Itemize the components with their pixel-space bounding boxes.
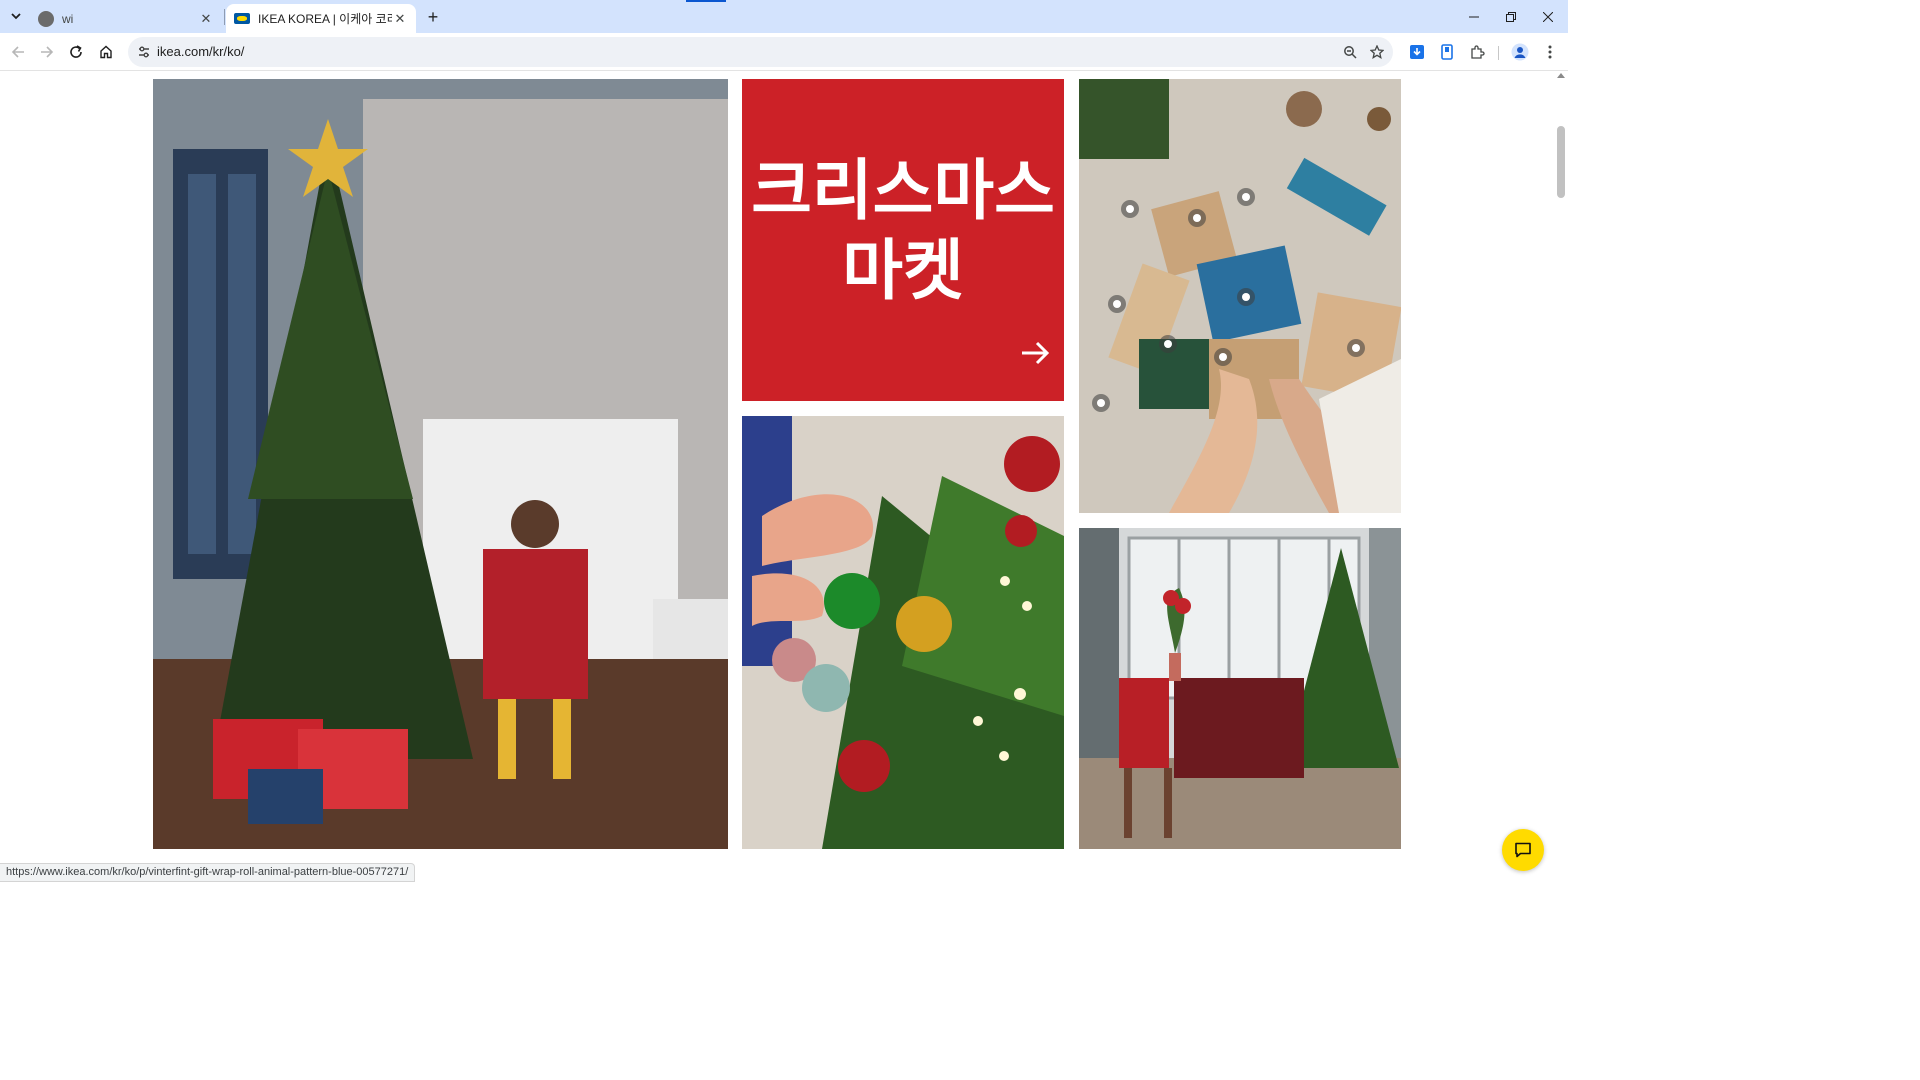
christmas-tree-living-room-image[interactable] [153, 79, 728, 849]
person-favicon-icon [38, 10, 54, 27]
home-button[interactable] [94, 40, 118, 64]
tab-active[interactable]: IKEA KOREA | 이케아 코리아 - ✕ [226, 4, 416, 33]
product-hotspot[interactable] [1214, 348, 1232, 366]
scroll-up-arrow[interactable] [1557, 73, 1565, 78]
product-hotspot[interactable] [1188, 209, 1206, 227]
product-hotspot[interactable] [1108, 295, 1126, 313]
product-hotspot[interactable] [1092, 394, 1110, 412]
promo-title-line2: 마켓 [842, 232, 964, 309]
reading-list-icon[interactable] [1438, 43, 1456, 61]
product-hotspot[interactable] [1121, 200, 1139, 218]
tab-divider [224, 9, 225, 25]
arrow-right-icon [41, 46, 54, 58]
profile-avatar-icon[interactable] [1511, 43, 1529, 61]
promo-title: 크리스마스 마켓 [742, 151, 1064, 311]
extensions-puzzle-icon[interactable] [1468, 43, 1486, 61]
arrow-right-icon [1022, 341, 1050, 365]
minimize-icon [1469, 16, 1479, 17]
tab-title: wi [62, 11, 74, 26]
chat-button[interactable] [1502, 829, 1544, 871]
gift-wrapping-image[interactable] [1079, 79, 1401, 513]
reload-icon [70, 45, 82, 58]
home-icon [100, 45, 112, 59]
minimize-button[interactable] [1456, 0, 1492, 33]
chevron-down-icon [11, 13, 21, 20]
menu-kebab-icon[interactable] [1541, 43, 1559, 61]
new-tab-button[interactable]: + [423, 7, 443, 27]
restore-button[interactable] [1493, 0, 1529, 33]
zoom-icon[interactable] [1341, 43, 1359, 61]
bookmark-star-icon[interactable] [1368, 43, 1386, 61]
page-scrollbar[interactable] [1554, 71, 1568, 882]
address-bar[interactable]: ikea.com/kr/ko/ [128, 37, 1393, 67]
promo-title-line1: 크리스마스 [751, 152, 1055, 229]
chat-bubble-icon [1515, 842, 1531, 858]
forward-button[interactable] [35, 40, 59, 64]
product-hotspot[interactable] [1347, 339, 1365, 357]
back-button[interactable] [6, 40, 30, 64]
site-info-icon[interactable] [136, 44, 152, 60]
tab-title: IKEA KOREA | 이케아 코리아 - [258, 12, 392, 26]
scrollbar-thumb[interactable] [1557, 126, 1565, 198]
christmas-market-promo-tile[interactable]: 크리스마스 마켓 [742, 79, 1064, 401]
page-content: 크리스마스 마켓 [0, 71, 1554, 882]
tab-accent-bar [686, 0, 726, 2]
reload-button[interactable] [64, 40, 88, 64]
close-icon[interactable]: ✕ [392, 11, 408, 27]
window-close-button[interactable] [1530, 0, 1566, 33]
ikea-favicon-icon [234, 13, 250, 24]
status-bar-url: https://www.ikea.com/kr/ko/p/vinterfint-… [0, 863, 416, 882]
close-icon [1543, 11, 1553, 22]
toolbar-divider [1498, 46, 1499, 60]
product-hotspot[interactable] [1237, 188, 1255, 206]
ornaments-on-tree-image[interactable] [742, 416, 1064, 849]
tab-strip: wi ✕ IKEA KOREA | 이케아 코리아 - ✕ + [0, 0, 1568, 33]
tab-search-button[interactable] [6, 6, 26, 26]
download-icon[interactable] [1408, 43, 1426, 61]
url-text[interactable]: ikea.com/kr/ko/ [157, 44, 244, 59]
product-hotspot[interactable] [1159, 335, 1177, 353]
product-hotspot[interactable] [1237, 288, 1255, 306]
tab-inactive[interactable]: wi ✕ [30, 4, 222, 33]
close-icon[interactable]: ✕ [198, 11, 214, 27]
browser-toolbar: ikea.com/kr/ko/ [0, 33, 1568, 71]
arrow-left-icon [11, 46, 24, 58]
restore-icon [1506, 11, 1516, 22]
christmas-dining-room-image[interactable] [1079, 528, 1401, 849]
